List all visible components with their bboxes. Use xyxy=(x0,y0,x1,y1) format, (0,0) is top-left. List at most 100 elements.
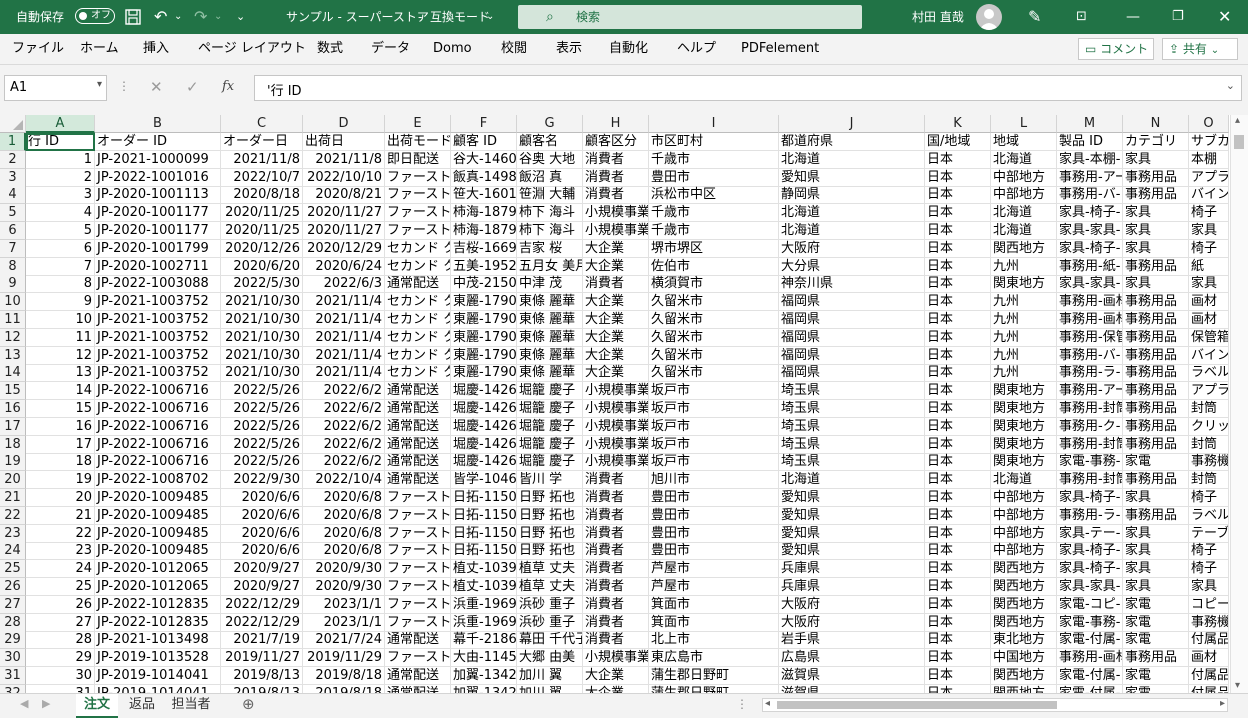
data-cell[interactable]: 事務用-封筒 xyxy=(1057,435,1123,454)
data-cell[interactable]: 紙 xyxy=(1189,257,1229,276)
horizontal-scrollbar[interactable]: ◂ ▸ xyxy=(762,698,1228,712)
sheet-tab-returns[interactable]: 返品 xyxy=(122,694,162,716)
data-cell[interactable]: ラベル xyxy=(1189,364,1229,383)
header-cell[interactable]: 顧客名 xyxy=(517,133,583,151)
header-cell[interactable]: カテゴリ xyxy=(1123,133,1189,151)
data-cell[interactable]: 2020/11/25 xyxy=(221,222,303,240)
row-header[interactable]: 3 xyxy=(0,168,26,187)
data-cell[interactable]: 関西地方 xyxy=(991,239,1057,258)
data-cell[interactable]: 日本 xyxy=(925,489,991,507)
data-cell[interactable]: 植丈-10390 xyxy=(451,560,517,579)
data-cell[interactable]: 15 xyxy=(26,400,95,418)
data-cell[interactable]: 2021/11/4 xyxy=(303,328,385,347)
data-cell[interactable]: 家具-家具- xyxy=(1057,222,1123,240)
data-cell[interactable]: 事務用-アー xyxy=(1057,168,1123,187)
tab-help[interactable]: ヘルプ xyxy=(677,34,716,64)
data-cell[interactable]: ファースト xyxy=(385,542,451,561)
data-cell[interactable]: 堀籠 慶子 xyxy=(517,382,583,401)
data-cell[interactable]: 日本 xyxy=(925,364,991,383)
data-cell[interactable]: 家具-テー- xyxy=(1057,524,1123,543)
data-cell[interactable]: 日本 xyxy=(925,524,991,543)
row-header[interactable]: 12 xyxy=(0,328,26,347)
data-cell[interactable]: 家具 xyxy=(1123,222,1189,240)
data-cell[interactable]: 中津 茂 xyxy=(517,275,583,294)
data-cell[interactable]: 大阪府 xyxy=(779,595,925,614)
data-cell[interactable]: ファースト xyxy=(385,222,451,240)
row-header[interactable]: 18 xyxy=(0,435,26,454)
column-header[interactable]: I xyxy=(649,115,779,133)
data-cell[interactable]: 東麗-17905 xyxy=(451,311,517,329)
enter-icon[interactable]: ✓ xyxy=(186,78,199,96)
vertical-scrollbar[interactable]: ▴ ▾ xyxy=(1230,115,1248,693)
data-cell[interactable]: JP-2020-1012065 xyxy=(95,560,221,579)
data-cell[interactable]: 久留米市 xyxy=(649,293,779,312)
data-cell[interactable]: セカンド ク xyxy=(385,328,451,347)
data-cell[interactable]: 東條 麗華 xyxy=(517,364,583,383)
data-cell[interactable]: 東麗-17905 xyxy=(451,346,517,365)
data-cell[interactable]: バイン xyxy=(1189,186,1229,205)
data-cell[interactable]: 佐伯市 xyxy=(649,257,779,276)
data-cell[interactable]: 大企業 xyxy=(583,346,649,365)
data-cell[interactable]: 横須賀市 xyxy=(649,275,779,294)
data-cell[interactable]: 消費者 xyxy=(583,489,649,507)
data-cell[interactable]: 日本 xyxy=(925,168,991,187)
data-cell[interactable]: 堺市堺区 xyxy=(649,239,779,258)
data-cell[interactable]: 東條 麗華 xyxy=(517,346,583,365)
data-cell[interactable]: 幕千-21865 xyxy=(451,631,517,650)
data-cell[interactable]: 日本 xyxy=(925,560,991,579)
data-cell[interactable]: 浜重-19690 xyxy=(451,595,517,614)
data-cell[interactable]: 2022/5/26 xyxy=(221,400,303,418)
data-cell[interactable]: 日本 xyxy=(925,595,991,614)
data-cell[interactable]: 12 xyxy=(26,346,95,365)
data-cell[interactable]: 加翼-13420 xyxy=(451,667,517,685)
data-cell[interactable]: 事務機 xyxy=(1189,613,1229,632)
data-cell[interactable]: 2019/11/29 xyxy=(303,649,385,668)
data-cell[interactable]: 小規模事業 xyxy=(583,649,649,668)
data-cell[interactable]: 事務用品 xyxy=(1123,649,1189,668)
data-cell[interactable]: 2022/6/2 xyxy=(303,435,385,454)
tab-review[interactable]: 校閲 xyxy=(501,34,527,64)
data-cell[interactable]: 北海道 xyxy=(779,204,925,223)
data-cell[interactable]: 家具-家具- xyxy=(1057,578,1123,596)
redo-dropdown-icon[interactable]: ⌄ xyxy=(214,0,222,34)
data-cell[interactable]: 坂戸市 xyxy=(649,453,779,472)
prev-sheet-icon[interactable]: ◀ xyxy=(20,697,28,710)
data-cell[interactable]: ファースト xyxy=(385,186,451,205)
row-header[interactable]: 20 xyxy=(0,471,26,490)
data-cell[interactable]: 大郷 由美 xyxy=(517,649,583,668)
row-header[interactable]: 21 xyxy=(0,489,26,507)
data-cell[interactable]: 椅子 xyxy=(1189,204,1229,223)
data-cell[interactable]: 日本 xyxy=(925,222,991,240)
data-cell[interactable]: 小規模事業 xyxy=(583,382,649,401)
data-cell[interactable]: 家具 xyxy=(1189,275,1229,294)
data-cell[interactable]: 日本 xyxy=(925,667,991,685)
data-cell[interactable]: ファースト xyxy=(385,489,451,507)
data-cell[interactable]: 大企業 xyxy=(583,239,649,258)
data-cell[interactable]: ファースト xyxy=(385,613,451,632)
data-cell[interactable]: 2021/11/4 xyxy=(303,364,385,383)
data-cell[interactable]: 事務用-バ- xyxy=(1057,346,1123,365)
data-cell[interactable]: 福岡県 xyxy=(779,328,925,347)
data-cell[interactable]: JP-2022-1006716 xyxy=(95,417,221,436)
pen-icon[interactable]: ✎ xyxy=(1028,0,1041,34)
data-cell[interactable]: 事務用品 xyxy=(1123,168,1189,187)
data-cell[interactable]: 椅子 xyxy=(1189,560,1229,579)
data-cell[interactable]: 関東地方 xyxy=(991,453,1057,472)
header-cell[interactable]: 地域 xyxy=(991,133,1057,151)
data-cell[interactable]: 2022/6/2 xyxy=(303,382,385,401)
data-cell[interactable]: 通常配送 xyxy=(385,400,451,418)
data-cell[interactable]: 2020/11/25 xyxy=(221,204,303,223)
row-header[interactable]: 30 xyxy=(0,649,26,668)
name-box-dropdown-icon[interactable]: ▾ xyxy=(97,79,102,90)
data-cell[interactable]: 坂戸市 xyxy=(649,382,779,401)
data-cell[interactable]: 谷奥 大地 xyxy=(517,150,583,169)
data-cell[interactable]: 21 xyxy=(26,506,95,525)
column-header[interactable]: M xyxy=(1057,115,1123,133)
data-cell[interactable]: ファースト xyxy=(385,524,451,543)
data-cell[interactable]: ファースト xyxy=(385,168,451,187)
data-cell[interactable]: 2022/6/3 xyxy=(303,275,385,294)
data-cell[interactable]: 加川 翼 xyxy=(517,667,583,685)
data-cell[interactable]: 椅子 xyxy=(1189,489,1229,507)
data-cell[interactable]: 大企業 xyxy=(583,684,649,693)
data-cell[interactable]: 小規模事業 xyxy=(583,400,649,418)
